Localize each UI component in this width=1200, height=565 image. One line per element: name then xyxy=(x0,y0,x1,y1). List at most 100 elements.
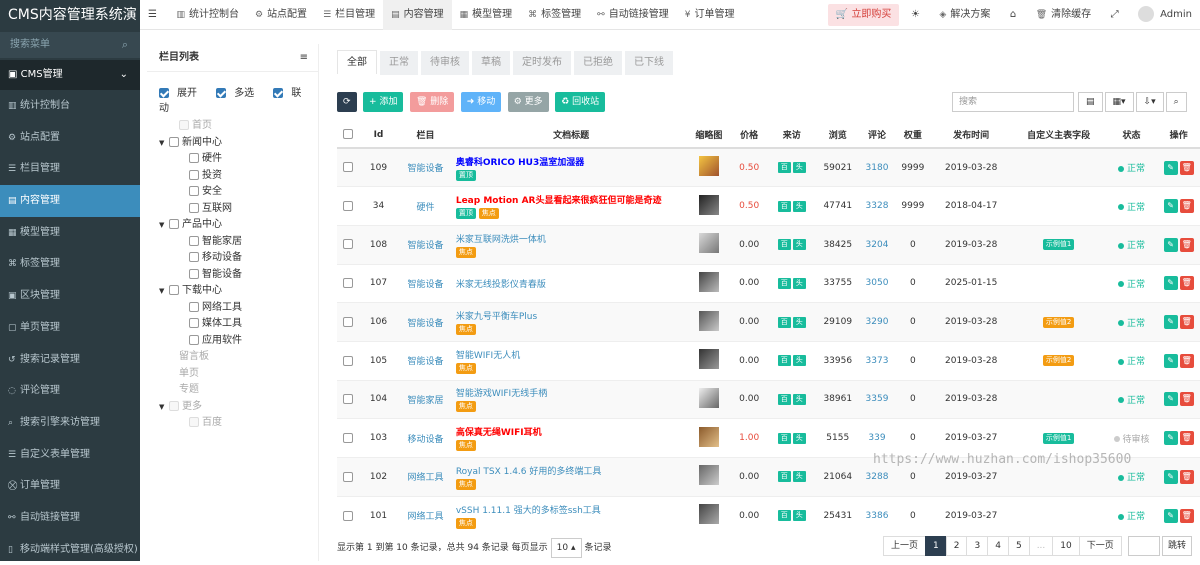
status-tab[interactable]: 定时发布 xyxy=(513,51,571,75)
row-category[interactable]: 网络工具 xyxy=(408,512,444,522)
row-comments[interactable]: 3290 xyxy=(866,317,889,327)
row-category[interactable]: 网络工具 xyxy=(408,473,444,483)
row-title[interactable]: Leap Motion AR头显看起来很疯狂但可能是奇迹 xyxy=(456,193,687,206)
tree-node[interactable]: 智能家居 xyxy=(147,234,318,251)
status-tab[interactable]: 已拒绝 xyxy=(574,51,622,75)
row-status[interactable]: 正常 xyxy=(1105,147,1158,187)
row-thumbnail[interactable] xyxy=(698,465,719,486)
solutions-link[interactable]: ◈ 解决方案 xyxy=(931,0,998,30)
tree-checkbox[interactable] xyxy=(189,252,199,262)
tree-checkbox[interactable] xyxy=(189,417,199,427)
table-search-input[interactable]: 搜索 xyxy=(952,92,1074,112)
visit-badge[interactable]: 百 xyxy=(777,510,791,522)
row-comments[interactable]: 3288 xyxy=(866,472,889,482)
sidebar-item[interactable]: ⚙ 站点配置 xyxy=(0,122,140,154)
edit-icon[interactable]: ✎ xyxy=(1163,315,1178,330)
visit-badge[interactable]: 头 xyxy=(792,355,806,367)
visit-badge[interactable]: 头 xyxy=(792,510,806,522)
column-header[interactable]: 浏览 xyxy=(816,122,860,149)
row-checkbox[interactable] xyxy=(342,510,353,521)
menu-group-cms[interactable]: ▣ CMS管理 ⌄ xyxy=(0,60,140,90)
row-category[interactable]: 智能设备 xyxy=(408,357,444,367)
row-comments[interactable]: 3328 xyxy=(866,201,889,211)
sidebar-item[interactable]: ▥ 统计控制台 xyxy=(0,90,140,122)
tree-checkbox[interactable] xyxy=(189,268,199,279)
visit-badge[interactable]: 百 xyxy=(777,316,791,328)
top-tab[interactable]: ▤ 内容管理 xyxy=(383,0,452,30)
next-page-button[interactable]: 下一页 xyxy=(1078,536,1122,556)
toggle-view-icon[interactable]: ▤ xyxy=(1078,92,1103,112)
top-tab[interactable]: ▥ 统计控制台 xyxy=(168,0,247,30)
row-comments[interactable]: 3050 xyxy=(866,278,889,288)
tree-checkbox[interactable] xyxy=(189,202,199,213)
page-jump-button[interactable]: 跳转 xyxy=(1162,536,1193,556)
top-tab[interactable]: ⚙ 站点配置 xyxy=(247,0,315,30)
visit-badge[interactable]: 百 xyxy=(777,239,791,251)
sidebar-item[interactable]: ▣ 区块管理 xyxy=(0,280,140,312)
delete-icon[interactable]: 🗑 xyxy=(1179,315,1194,330)
visit-badge[interactable]: 头 xyxy=(792,162,806,174)
visit-badge[interactable]: 头 xyxy=(792,277,806,289)
export-icon[interactable]: ⇩▾ xyxy=(1135,92,1164,112)
select-all-checkbox[interactable] xyxy=(342,129,353,140)
visit-badge[interactable]: 头 xyxy=(792,316,806,328)
row-checkbox[interactable] xyxy=(342,355,353,366)
tree-node[interactable]: ▼ 下载中心 xyxy=(147,283,318,300)
visit-badge[interactable]: 百 xyxy=(777,471,791,483)
tree-checkbox[interactable] xyxy=(189,169,199,180)
column-header[interactable]: 操作 xyxy=(1157,122,1200,149)
tree-node[interactable]: 专题 xyxy=(147,382,318,399)
tree-node[interactable]: ▼ 更多 xyxy=(147,399,318,416)
table-row[interactable]: 108 智能设备 米家互联网洗烘一体机 焦点 0.00 百头 38425 3204 0 2019… xyxy=(337,224,1200,265)
delete-icon[interactable]: 🗑 xyxy=(1179,276,1194,291)
row-status[interactable]: 正常 xyxy=(1105,186,1158,226)
page-button[interactable]: 4 xyxy=(987,536,1009,556)
tree-checkbox[interactable] xyxy=(169,136,179,147)
tree-node[interactable]: 单页 xyxy=(147,366,318,383)
row-thumbnail[interactable] xyxy=(698,504,719,525)
tree-node[interactable]: 互联网 xyxy=(147,201,318,218)
tree-checkbox[interactable] xyxy=(189,153,199,163)
row-thumbnail[interactable] xyxy=(698,194,719,215)
sidebar-item[interactable]: ☰ 栏目管理 xyxy=(0,153,140,185)
edit-icon[interactable]: ✎ xyxy=(1163,160,1178,175)
tree-node[interactable]: 移动设备 xyxy=(147,250,318,267)
edit-icon[interactable]: ✎ xyxy=(1163,276,1178,291)
row-comments[interactable]: 3373 xyxy=(866,356,889,366)
user-menu[interactable]: Admin xyxy=(1130,0,1200,30)
column-header[interactable]: 自定义主表字段 xyxy=(1011,122,1106,149)
delete-icon[interactable]: 🗑 xyxy=(1179,160,1194,175)
visit-badge[interactable]: 百 xyxy=(777,200,791,212)
top-tab[interactable]: ¥ 订单管理 xyxy=(677,0,743,30)
row-title[interactable]: Royal TSX 1.4.6 好用的多终端工具 xyxy=(456,464,687,477)
tree-checkbox[interactable] xyxy=(189,301,199,312)
tree-node[interactable]: ▼ 产品中心 xyxy=(147,217,318,234)
row-thumbnail[interactable] xyxy=(698,271,719,292)
edit-icon[interactable]: ✎ xyxy=(1163,469,1178,484)
edit-icon[interactable]: ✎ xyxy=(1163,199,1178,214)
menu-search-input[interactable]: 搜索菜单 ⌕ xyxy=(0,32,140,58)
prev-page-button[interactable]: 上一页 xyxy=(883,536,927,556)
home-icon[interactable]: ⌂ xyxy=(1002,0,1024,30)
tree-checkbox[interactable] xyxy=(189,318,199,328)
multi-select-toggle[interactable]: 多选 xyxy=(216,88,262,99)
move-button[interactable]: ➜ 移动 xyxy=(460,92,502,112)
visit-badge[interactable]: 百 xyxy=(777,277,791,289)
delete-button[interactable]: 🗑 删除 xyxy=(409,92,455,112)
edit-icon[interactable]: ✎ xyxy=(1163,353,1178,368)
edit-icon[interactable]: ✎ xyxy=(1163,508,1178,523)
columns-icon[interactable]: ▦▾ xyxy=(1104,92,1134,112)
edit-icon[interactable]: ✎ xyxy=(1163,431,1178,446)
row-checkbox[interactable] xyxy=(342,278,353,289)
row-status[interactable]: 正常 xyxy=(1105,495,1158,535)
status-tab[interactable]: 待审核 xyxy=(421,51,469,75)
tree-node[interactable]: 安全 xyxy=(147,184,318,201)
page-button[interactable]: 2 xyxy=(945,536,968,556)
page-button[interactable]: 3 xyxy=(966,536,989,556)
table-row[interactable]: 106 智能设备 米家九号平衡车Plus 焦点 0.00 百头 29109 3290 0 201… xyxy=(337,302,1200,342)
row-thumbnail[interactable] xyxy=(698,233,719,254)
row-status[interactable]: 正常 xyxy=(1105,263,1158,303)
status-tab[interactable]: 已下线 xyxy=(625,51,673,75)
delete-icon[interactable]: 🗑 xyxy=(1179,199,1194,214)
tree-checkbox[interactable] xyxy=(179,120,189,130)
